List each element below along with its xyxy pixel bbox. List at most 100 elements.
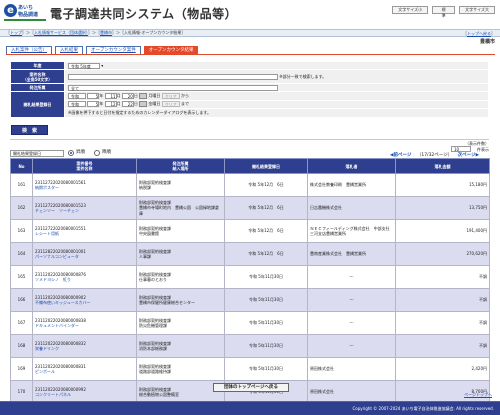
asc-radio[interactable] (68, 150, 74, 156)
row-date: 令和 5年11月30日 (224, 357, 308, 381)
case-name-input[interactable] (68, 73, 278, 80)
back-to-top-button[interactable]: 団体のトップページへ戻る (213, 383, 289, 392)
row-winner: --- (307, 288, 396, 312)
table-header-row: No 案件番号 案件名称 発注所属 納入場所 開札結果登録日 落札者 落札金額 (10, 158, 490, 174)
from-clear-button[interactable]: クリア (161, 92, 180, 99)
desc-radio[interactable] (94, 150, 100, 156)
breadcrumb-service-link[interactable]: 入札情報サービス（団体選択） (34, 30, 88, 35)
row-date: 令和 5年11月30日 (224, 311, 308, 335)
row-case: 23112722020080001561 納期ポスター (32, 173, 137, 197)
row-dept: 財務部契約検査課 納税課 (136, 173, 225, 197)
breadcrumb-right-link[interactable]: ［トップへ戻る］ (463, 31, 495, 37)
row-amount: 15,180円 (395, 173, 490, 197)
row-amount: 13,750円 (395, 196, 490, 220)
to-era-select[interactable]: 令和 (68, 101, 86, 108)
case-name-link[interactable]: コンクリートパネル (35, 392, 134, 398)
row-winner: 株式会社教養印刷 豊橋営業所 (307, 173, 396, 197)
date-label: 開札結果登録日 (10, 91, 65, 118)
page-top-link[interactable]: ページトップへ (464, 392, 492, 398)
row-dept: 財務部契約検査課 仕事暮のとおり (136, 265, 225, 289)
case-name-link[interactable]: 栄養ドリンク (35, 346, 134, 352)
font-size-controls: 文字サイズ小 標 準 文字サイズ大 (392, 6, 495, 18)
from-suffix: から (180, 92, 189, 98)
dept-select[interactable]: 全て (68, 84, 278, 91)
to-calendar-icon[interactable] (139, 101, 148, 108)
row-dept: 財務部契約検査課 防災危機管理課 (136, 311, 225, 335)
case-name-link[interactable]: レシート用紙 (35, 231, 134, 237)
row-no: 164 (10, 242, 33, 266)
case-name-link[interactable]: チェンソー ソーチェン (35, 208, 134, 214)
desc-label: 降順 (102, 150, 111, 155)
row-no: 166 (10, 288, 33, 312)
delivery-place: 納税課 (139, 185, 151, 190)
tab-underline (6, 54, 495, 55)
case-name-link[interactable]: ソメドヨシノ 紅り (35, 277, 134, 283)
breadcrumb-top-link[interactable]: トップ (10, 30, 22, 35)
row-case: 23112022020080000832 栄養ドリンク (32, 334, 137, 358)
delivery-place: 総合動植物公園整備室 (139, 392, 179, 397)
row-no: 165 (10, 265, 33, 289)
col-dept: 発注所属 納入場所 (136, 158, 225, 174)
row-dept: 財務部契約検査課 人事課 (136, 242, 225, 266)
font-small-button[interactable]: 文字サイズ小 (392, 6, 429, 14)
table-row: 162 23112722020080001523 チェンソー ソーチェン 財務部契約検… (10, 196, 490, 220)
font-large-button[interactable]: 文字サイズ大 (459, 6, 495, 14)
to-month-input[interactable]: 12 (104, 101, 117, 108)
case-name-link[interactable]: 不織布使いキッジュースカバー (35, 300, 134, 306)
search-form: 年度 令和 5年度 ▾ 案件名称 （全角50文字） ※部分一致で検索します。 発… (10, 61, 489, 118)
from-month-input[interactable]: 11 (104, 92, 117, 99)
tab-open-counter[interactable]: オープンカウンタ案件 (86, 46, 141, 54)
breadcrumb-current: 入札情報-オープンカウンタ結果 (124, 30, 182, 35)
logo-bar (4, 19, 46, 21)
row-no: 163 (10, 219, 33, 243)
case-name-link[interactable]: ドキュメントバインダー (35, 323, 134, 329)
row-dept: 財務部契約検査課 道路部道路維持課 (136, 357, 225, 381)
row-amount: 不調 (395, 311, 490, 335)
unit-day: 日 (133, 101, 138, 107)
row-no: 161 (10, 173, 33, 197)
name-hint: ※部分一致で検索します。 (279, 73, 327, 79)
to-year-input[interactable]: 5 (87, 101, 100, 108)
row-amount: 2,420円 (395, 357, 490, 381)
row-case: 23112022020080000838 ドキュメントバインダー (32, 311, 137, 335)
case-name-link[interactable]: ピンポール (35, 369, 134, 375)
breadcrumb-city-link[interactable]: 豊橋市 (100, 30, 112, 35)
col-case: 案件番号 案件名称 (32, 158, 137, 174)
from-day-input[interactable]: 20 (121, 92, 134, 99)
delivery-place: 仕事暮のとおり (139, 277, 167, 282)
delivery-place: 防災危機管理課 (139, 323, 167, 328)
year-select[interactable]: 令和 5年度 (68, 62, 100, 69)
from-era-select[interactable]: 令和 (68, 92, 86, 99)
unit-month: 月 (116, 92, 121, 98)
row-amount: 不調 (395, 288, 490, 312)
copyright: Copyright © 2007-2024 あいち電子自治体推進協議会. All… (352, 406, 494, 411)
row-no: 162 (10, 196, 33, 220)
return-top-link[interactable]: トップへ戻る (467, 31, 491, 36)
font-standard-button[interactable]: 標 準 (432, 6, 456, 18)
row-winner: --- (307, 265, 396, 289)
delivery-place: 道路部道路維持課 (139, 369, 171, 374)
unit-year: 年 (99, 101, 104, 107)
tab-bid-result[interactable]: 入札結果 (55, 46, 83, 54)
tab-bid-notice[interactable]: 入札案件（公告） (6, 46, 52, 54)
delivery-place: 消防本部総務課 (139, 346, 167, 351)
row-case: 23112022020080000902 不織布使いキッジュースカバー (32, 288, 137, 312)
row-dept: 財務部契約検査課 豊橋市寺場町地内 豊橋公園 公園緑地課倉庫 (136, 196, 225, 220)
case-name-link[interactable]: 納期ポスター (35, 185, 134, 191)
to-day-input[interactable]: 22 (121, 101, 134, 108)
year-label: 年度 (10, 61, 65, 70)
from-calendar-icon[interactable] (139, 92, 148, 99)
col-date: 開札結果登録日 (224, 158, 308, 174)
from-year-input[interactable]: 5 (87, 92, 100, 99)
delivery-place: 中央図書館 (139, 231, 159, 236)
sort-field-select[interactable]: 開札結果登録日 (10, 150, 64, 157)
system-title: 電子調達共同システム（物品等） (50, 7, 238, 21)
header: e あいち 物品調達 電子調達共同システム（物品等） 文字サイズ小 標 準 文字… (0, 0, 500, 29)
to-clear-button[interactable]: クリア (161, 101, 180, 108)
search-button[interactable]: 検 索 (11, 125, 48, 135)
row-winner: 原田株式会社 (307, 357, 396, 381)
col-winner: 落札者 (307, 158, 396, 174)
row-winner: --- (307, 334, 396, 358)
tab-open-counter-result[interactable]: オープンカウンタ結果 (143, 46, 199, 54)
case-name-link[interactable]: パーソナルコンピュータ (35, 254, 134, 260)
